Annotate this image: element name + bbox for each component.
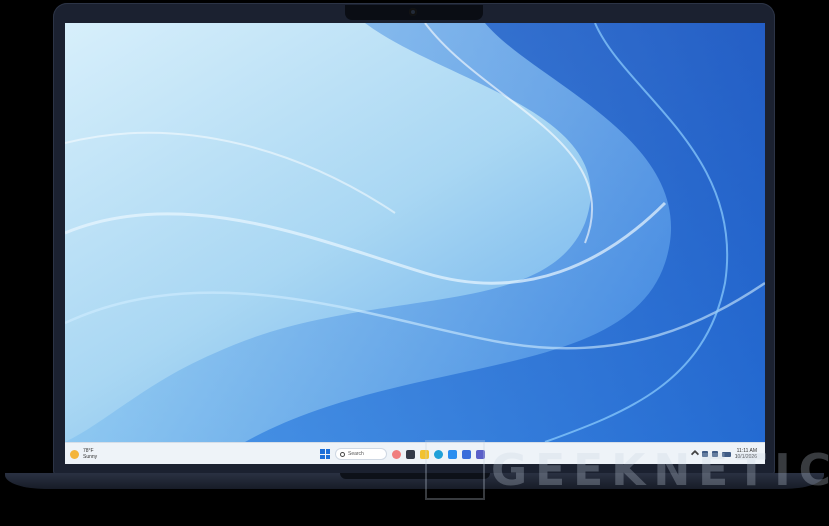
watermark-logo-icon [425, 440, 485, 500]
copilot-icon[interactable] [392, 449, 401, 459]
weather-condition: Sunny [83, 454, 98, 460]
sun-icon [70, 449, 79, 459]
watermark-text: GEEKNETIC [491, 444, 829, 496]
start-button[interactable] [320, 449, 330, 459]
desktop-screen: 78°F Sunny Search 11:11 AM 10/1/2026 [65, 23, 765, 464]
webcam-icon [409, 8, 417, 16]
laptop: 78°F Sunny Search 11:11 AM 10/1/2026 GEE… [0, 0, 829, 526]
watermark: GEEKNETIC [425, 440, 829, 500]
search-label: Search [348, 451, 364, 457]
search-icon [340, 451, 345, 457]
desktop-wallpaper[interactable] [65, 23, 765, 442]
weather-widget[interactable]: 78°F Sunny [70, 446, 97, 462]
task-view-icon[interactable] [406, 449, 415, 459]
taskbar-search-box[interactable]: Search [335, 448, 387, 460]
